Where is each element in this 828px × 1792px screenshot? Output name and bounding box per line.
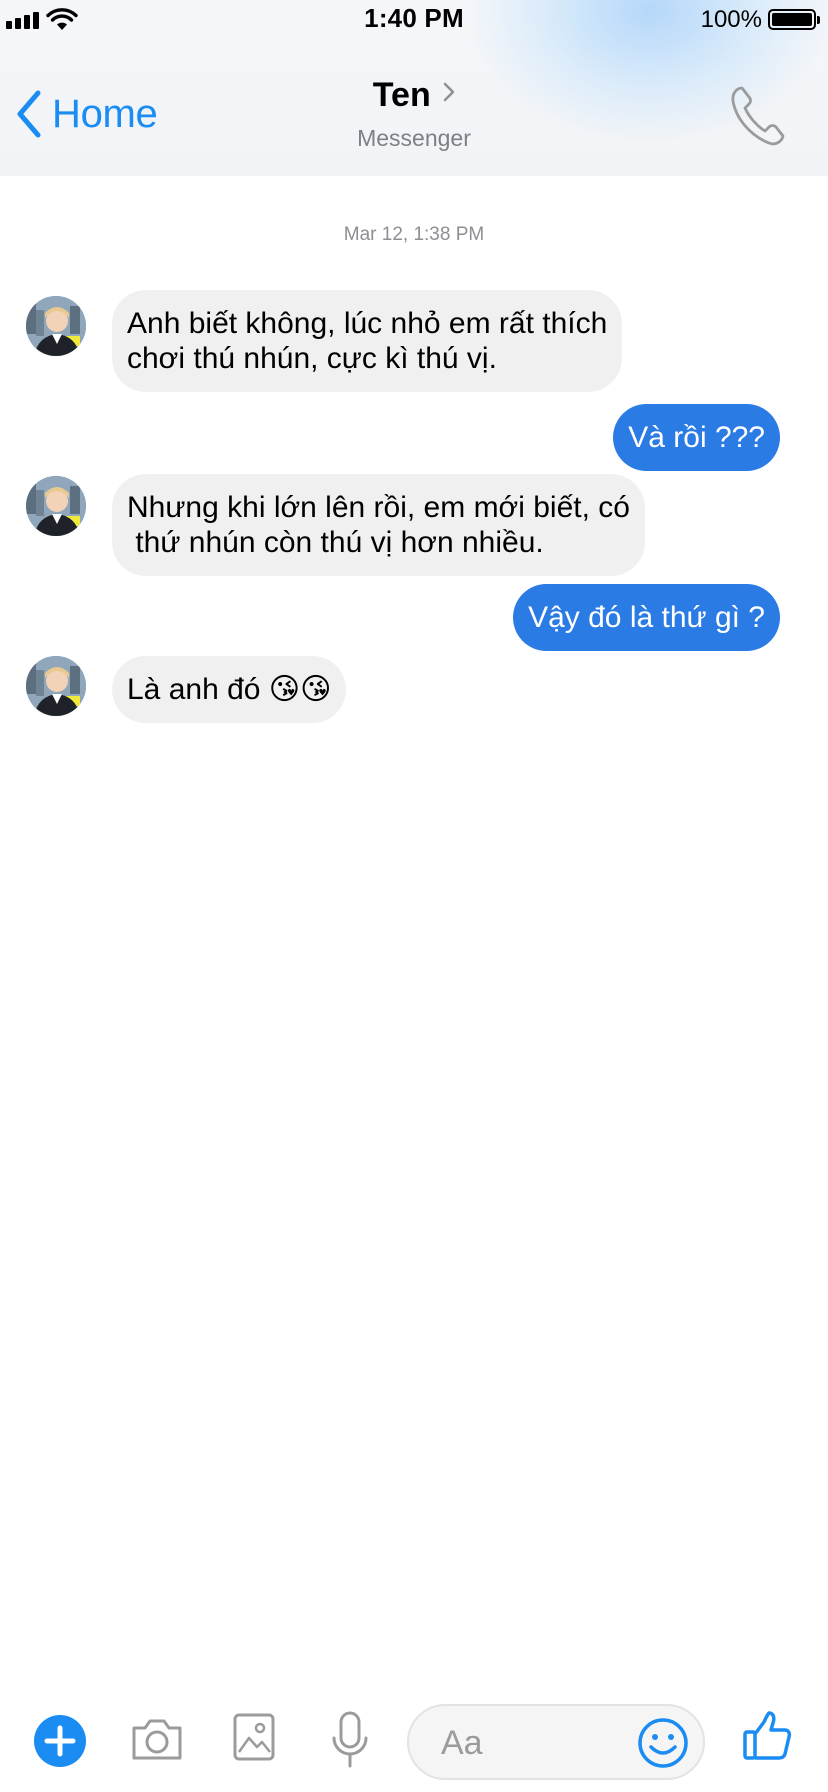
emoji-icon[interactable]: [635, 1715, 691, 1771]
message-timestamp: Mar 12, 1:38 PM: [343, 224, 485, 245]
incoming-message[interactable]: Là anh đó 😘😘: [112, 656, 347, 723]
message-composer: Aa: [0, 1690, 828, 1792]
contact-avatar[interactable]: [26, 296, 86, 356]
image-icon: [233, 1713, 275, 1761]
avatar-photo: [26, 476, 86, 536]
contact-name: Ten: [372, 76, 431, 114]
message-input[interactable]: Aa: [407, 1704, 705, 1780]
camera-button[interactable]: [130, 1716, 184, 1767]
messenger-screen: 1:40 PM 100% Home Ten Messenger Mar 12, …: [0, 0, 828, 1792]
status-bar: 1:40 PM 100%: [0, 0, 828, 40]
incoming-message[interactable]: Anh biết không, lúc nhỏ em rất thích chơ…: [112, 290, 623, 392]
voice-button[interactable]: [330, 1710, 370, 1775]
gallery-button[interactable]: [232, 1712, 276, 1767]
incoming-message[interactable]: Nhưng khi lớn lên rồi, em mới biết, có t…: [112, 474, 645, 576]
microphone-icon: [332, 1711, 368, 1768]
avatar-photo: [26, 656, 86, 716]
conversation-subtitle: Messenger: [357, 125, 471, 151]
thumbs-up-icon: [743, 1711, 792, 1760]
contact-avatar[interactable]: [26, 476, 86, 536]
chevron-right-icon: [443, 82, 455, 102]
outgoing-message[interactable]: Và rồi ???: [613, 404, 780, 471]
battery-percentage: 100%: [700, 6, 762, 33]
battery-icon: [768, 9, 820, 30]
camera-icon: [132, 1719, 182, 1760]
contact-avatar[interactable]: [26, 656, 86, 716]
outgoing-message[interactable]: Vậy đó là thứ gì ?: [513, 584, 780, 651]
call-button[interactable]: [728, 84, 786, 153]
plus-icon: [44, 1725, 76, 1757]
more-actions-button[interactable]: [34, 1715, 86, 1767]
phone-icon: [731, 86, 785, 146]
like-button[interactable]: [742, 1710, 792, 1767]
message-input-placeholder: Aa: [441, 1724, 483, 1762]
navigation-header: 1:40 PM 100% Home Ten Messenger: [0, 0, 828, 176]
conversation-title[interactable]: Ten Messenger: [0, 76, 828, 152]
avatar-photo: [26, 296, 86, 356]
